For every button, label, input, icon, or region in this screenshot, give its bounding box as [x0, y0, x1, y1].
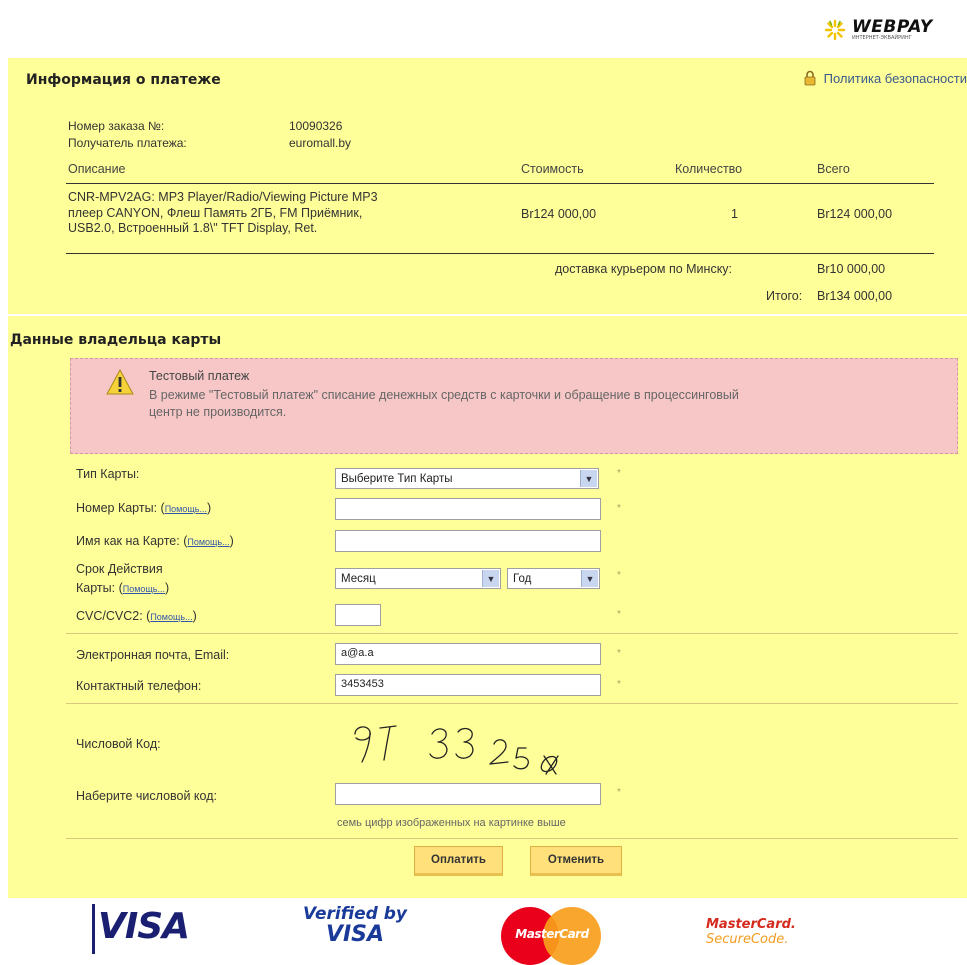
required-mark: *	[617, 787, 621, 798]
required-mark: *	[617, 679, 621, 690]
expiry-month-value: Месяц	[341, 572, 376, 585]
expiry-month-select[interactable]: Месяц ▼	[335, 568, 501, 589]
required-mark: *	[617, 468, 621, 479]
card-number-help-link[interactable]: Помощь...	[165, 504, 207, 514]
cvc-label: CVC/CVC2: (Помощь...)	[76, 609, 197, 623]
test-payment-text: В режиме "Тестовый платеж" списание дене…	[149, 387, 954, 421]
chevron-down-icon[interactable]: ▼	[580, 470, 597, 487]
mastercard-logo: MasterCard	[501, 907, 603, 965]
item-description-line: плеер CANYON, Флеш Память 2ГБ, FM Приёмн…	[68, 205, 363, 220]
cancel-button[interactable]: Отменить	[530, 846, 622, 876]
chevron-down-icon[interactable]: ▼	[482, 570, 499, 587]
cardholder-name-help-link[interactable]: Помощь...	[187, 537, 229, 547]
card-type-value: Выберите Тип Карты	[341, 472, 453, 485]
item-quantity: 1	[731, 207, 738, 221]
required-mark: *	[617, 570, 621, 581]
item-price: Br124 000,00	[521, 207, 597, 221]
cvc-input[interactable]	[335, 604, 381, 626]
delivery-value: Br10 000,00	[817, 262, 886, 276]
recipient-label: Получатель платежа:	[68, 136, 187, 150]
phone-label: Контактный телефон:	[76, 679, 202, 693]
security-policy-label[interactable]: Политика безопасности	[824, 71, 967, 86]
phone-input[interactable]: 3453453	[335, 674, 601, 696]
visa-logo: VISA	[92, 904, 198, 956]
required-mark: *	[617, 503, 621, 514]
card-number-label: Номер Карты: (Помощь...)	[76, 501, 212, 515]
item-description: CNR-MPV2AG: MP3 Player/Radio/Viewing Pic…	[68, 190, 508, 237]
lock-icon	[804, 70, 816, 86]
item-total: Br124 000,00	[817, 207, 893, 221]
webpay-logo: WEBPAY ИНТЕРНЕТ-ЭКВАЙРИНГ	[824, 16, 964, 44]
expiry-year-value: Год	[513, 572, 532, 585]
cardholder-name-label: Имя как на Карте: (Помощь...)	[76, 534, 234, 548]
grand-total-value: Br134 000,00	[817, 289, 893, 303]
field-separator	[66, 703, 958, 704]
required-mark: *	[617, 609, 621, 620]
warning-icon	[106, 369, 134, 395]
required-mark: *	[617, 648, 621, 659]
verified-visa-text: VISA	[325, 922, 385, 947]
test-payment-text-line: центр не производится.	[149, 405, 287, 419]
captcha-hint: семь цифр изображенных на картинке выше	[337, 817, 566, 829]
card-type-label: Тип Карты:	[76, 467, 140, 481]
expiry-label-line: Срок Действия	[76, 562, 163, 576]
column-description: Описание	[68, 162, 126, 176]
securecode-top-text: MasterCard.	[706, 917, 796, 932]
cardholder-name-input[interactable]	[335, 530, 601, 552]
captcha-input[interactable]	[335, 783, 601, 805]
visa-wordmark: VISA	[98, 906, 190, 947]
pay-button[interactable]: Оплатить	[414, 846, 503, 876]
item-divider	[66, 253, 934, 254]
email-label: Электронная почта, Email:	[76, 648, 230, 662]
section-separator	[8, 314, 967, 316]
securecode-bottom-text: SecureCode.	[706, 932, 789, 947]
verified-by-visa-logo: Verified by VISA	[300, 904, 410, 956]
security-policy-link[interactable]: Политика безопасности	[804, 70, 967, 86]
header-divider	[66, 183, 934, 184]
test-payment-title: Тестовый платеж	[149, 369, 250, 383]
field-separator	[66, 633, 958, 634]
captcha-image	[354, 725, 559, 775]
payment-info-title: Информация о платеже	[26, 72, 221, 88]
column-total: Всего	[817, 162, 850, 176]
order-number-value: 10090326	[289, 119, 343, 133]
cvc-help-link[interactable]: Помощь...	[150, 612, 192, 622]
column-price: Стоимость	[521, 162, 584, 176]
card-number-input[interactable]	[335, 498, 601, 520]
order-number-label: Номер заказа №:	[68, 119, 165, 133]
recipient-value: euromall.by	[289, 136, 352, 150]
expiry-year-select[interactable]: Год ▼	[507, 568, 600, 589]
item-description-line: CNR-MPV2AG: MP3 Player/Radio/Viewing Pic…	[68, 190, 378, 204]
delivery-label: доставка курьером по Минску:	[555, 262, 733, 276]
verified-by-text: Verified by	[303, 904, 407, 924]
mastercard-securecode-logo: MasterCard. SecureCode.	[706, 918, 816, 956]
captcha-input-label: Наберите числовой код:	[76, 789, 217, 803]
item-description-line: USB2.0, Встроенный 1.8\" TFT Display, Re…	[68, 221, 318, 235]
card-type-select[interactable]: Выберите Тип Карты ▼	[335, 468, 599, 489]
mastercard-wordmark: MasterCard	[515, 927, 589, 941]
test-payment-text-line: В режиме "Тестовый платеж" списание дене…	[149, 388, 739, 402]
sun-icon	[824, 19, 846, 41]
expiry-label: Срок Действия Карты: (Помощь...)	[76, 562, 170, 595]
field-separator	[66, 838, 958, 839]
email-input[interactable]: a@a.a	[335, 643, 601, 665]
chevron-down-icon[interactable]: ▼	[581, 570, 598, 587]
logo-wordmark: WEBPAY ИНТЕРНЕТ-ЭКВАЙРИНГ	[852, 17, 933, 42]
column-quantity: Количество	[675, 162, 743, 176]
grand-total-label: Итого:	[766, 289, 803, 303]
expiry-help-link[interactable]: Помощь...	[123, 584, 165, 594]
captcha-label: Числовой Код:	[76, 737, 161, 751]
cardholder-title: Данные владельца карты	[10, 332, 222, 348]
